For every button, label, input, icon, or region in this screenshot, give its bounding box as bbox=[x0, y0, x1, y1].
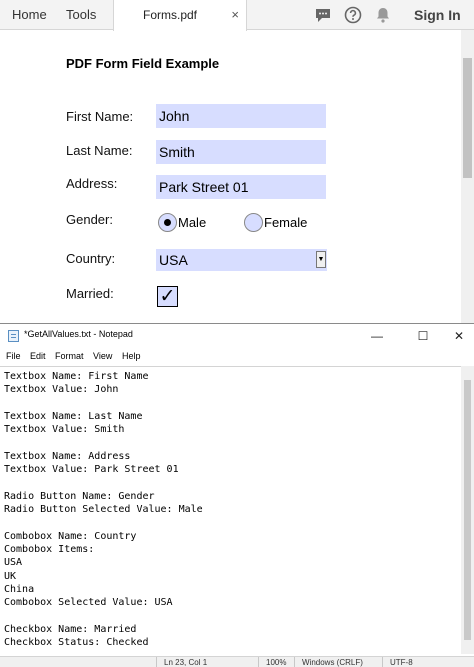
minimize-button[interactable]: — bbox=[364, 327, 390, 345]
notepad-line: Checkbox Status: Checked bbox=[4, 637, 149, 648]
notepad-line: UK bbox=[4, 570, 17, 582]
status-encoding: UTF-8 bbox=[390, 658, 413, 667]
notepad-scrollbar[interactable] bbox=[461, 366, 474, 654]
notepad-line: China bbox=[4, 583, 35, 595]
status-zoom: 100% bbox=[266, 658, 287, 667]
maximize-button[interactable]: ☐ bbox=[410, 327, 436, 345]
country-dropdown[interactable]: USA ▼ bbox=[156, 249, 327, 271]
notepad-app-icon bbox=[8, 330, 19, 342]
notepad-line: Radio Button Name: Gender bbox=[4, 490, 155, 502]
notepad-titlebar: *GetAllValues.txt - Notepad — ☐ ✕ bbox=[0, 324, 474, 348]
notepad-window: *GetAllValues.txt - Notepad — ☐ ✕ File E… bbox=[0, 323, 474, 667]
acrobat-toolbar: Home Tools Forms.pdf × Sign In bbox=[0, 0, 474, 31]
notepad-text-area[interactable]: Textbox Name: First Name Textbox Value: J… bbox=[0, 366, 461, 654]
notepad-scrollbar-thumb[interactable] bbox=[464, 380, 471, 640]
menu-file[interactable]: File bbox=[6, 351, 21, 361]
menu-help[interactable]: Help bbox=[122, 351, 141, 361]
notepad-menubar: File Edit Format View Help bbox=[0, 348, 474, 366]
status-position: Ln 23, Col 1 bbox=[164, 658, 208, 667]
notepad-line: Textbox Name: Address bbox=[4, 450, 131, 462]
document-tab[interactable]: Forms.pdf × bbox=[113, 0, 247, 31]
document-scrollbar[interactable] bbox=[461, 30, 474, 323]
married-checkbox[interactable]: ✓ bbox=[157, 286, 178, 307]
close-window-button[interactable]: ✕ bbox=[446, 327, 472, 345]
notepad-line: Combobox Items: bbox=[4, 543, 95, 555]
document-scrollbar-thumb[interactable] bbox=[463, 58, 472, 178]
notepad-line: Combobox Selected Value: USA bbox=[4, 597, 173, 609]
first-name-label: First Name: bbox=[66, 109, 134, 124]
notepad-line: Combobox Name: Country bbox=[4, 530, 137, 542]
notepad-line: Textbox Value: Park Street 01 bbox=[4, 464, 179, 476]
married-label: Married: bbox=[66, 286, 114, 301]
notepad-title: *GetAllValues.txt - Notepad bbox=[24, 329, 133, 339]
help-icon[interactable] bbox=[344, 6, 362, 24]
acrobat-window: Home Tools Forms.pdf × Sign In PDF Form … bbox=[0, 0, 474, 323]
comment-icon[interactable] bbox=[314, 6, 332, 24]
notepad-line: Textbox Name: Last Name bbox=[4, 410, 143, 422]
checkmark-icon: ✓ bbox=[159, 286, 176, 307]
country-selected-value: USA bbox=[159, 252, 188, 268]
tools-tab[interactable]: Tools bbox=[66, 0, 96, 30]
close-tab-icon[interactable]: × bbox=[231, 8, 239, 21]
notepad-line: Radio Button Selected Value: Male bbox=[4, 504, 203, 515]
address-field[interactable]: Park Street 01 bbox=[156, 175, 326, 199]
document-tab-title: Forms.pdf bbox=[142, 8, 197, 22]
home-tab[interactable]: Home bbox=[12, 0, 47, 30]
form-title: PDF Form Field Example bbox=[66, 56, 220, 71]
notepad-line: Textbox Value: Smith bbox=[4, 424, 125, 436]
gender-radio-female[interactable] bbox=[244, 213, 263, 232]
status-line-endings: Windows (CRLF) bbox=[302, 658, 363, 667]
notepad-statusbar: Ln 23, Col 1 100% Windows (CRLF) UTF-8 bbox=[0, 656, 474, 667]
gender-male-label: Male bbox=[178, 215, 207, 230]
address-label: Address: bbox=[66, 176, 118, 191]
sign-in-button[interactable]: Sign In bbox=[414, 0, 461, 30]
gender-female-label: Female bbox=[264, 215, 308, 230]
bell-icon[interactable] bbox=[374, 6, 392, 24]
notepad-line: USA bbox=[4, 557, 23, 569]
notepad-line: Checkbox Name: Married bbox=[4, 623, 137, 635]
notepad-line: Textbox Value: John bbox=[4, 384, 119, 396]
last-name-label: Last Name: bbox=[66, 143, 133, 158]
country-label: Country: bbox=[66, 251, 116, 266]
dropdown-arrow-icon[interactable]: ▼ bbox=[316, 251, 326, 268]
radio-selected-dot bbox=[164, 219, 171, 226]
gender-label: Gender: bbox=[66, 212, 113, 227]
menu-view[interactable]: View bbox=[93, 351, 112, 361]
menu-edit[interactable]: Edit bbox=[30, 351, 46, 361]
first-name-field[interactable]: John bbox=[156, 104, 326, 128]
gender-radio-male[interactable] bbox=[158, 213, 177, 232]
menu-format[interactable]: Format bbox=[55, 351, 84, 361]
last-name-field[interactable]: Smith bbox=[156, 140, 326, 164]
notepad-line: Textbox Name: First Name bbox=[4, 371, 149, 382]
